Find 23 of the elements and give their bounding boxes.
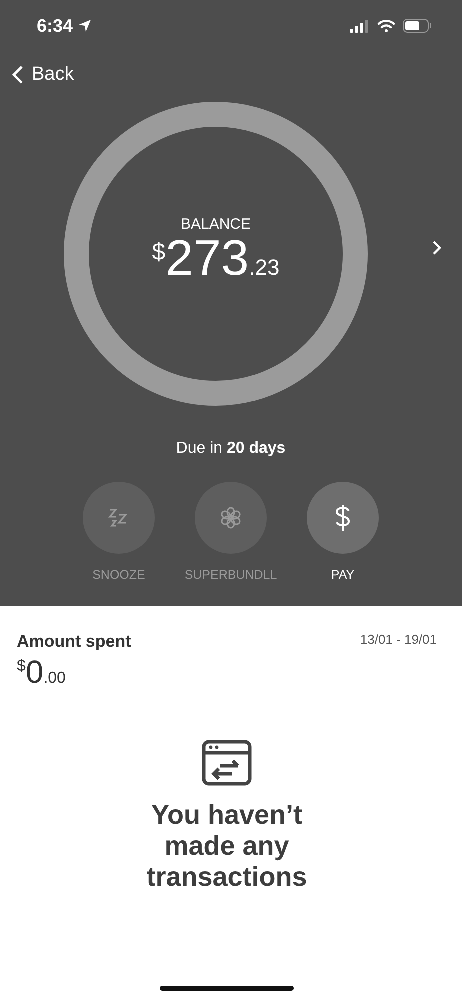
- balance-label: BALANCE: [180, 216, 252, 232]
- action-label: SNOOZE: [92, 568, 146, 582]
- next-button[interactable]: [432, 240, 442, 256]
- battery-icon: [403, 19, 432, 33]
- wifi-icon: [377, 19, 396, 33]
- empty-state-message: You haven’t made any transactions: [146, 800, 308, 893]
- due-text: Due in 20 days: [176, 440, 286, 458]
- dollar-icon: [334, 504, 352, 532]
- balance-amount: $273.23: [152, 232, 280, 282]
- chevron-right-icon: [432, 240, 442, 256]
- spent-amount: $0.00: [17, 656, 67, 688]
- sleep-icon: [108, 507, 130, 529]
- chevron-left-icon: [12, 65, 24, 85]
- action-label: SUPERBUNDLL: [184, 568, 278, 582]
- flower-icon: [220, 507, 242, 529]
- clock-time: 6:34: [37, 16, 92, 36]
- transfer-window-icon: [202, 740, 252, 786]
- signal-icon: [350, 20, 370, 32]
- back-button[interactable]: Back: [12, 64, 74, 86]
- location-arrow-icon: [78, 19, 92, 33]
- date-range: 13/01 - 19/01: [360, 632, 437, 647]
- amount-spent-title: Amount spent: [17, 632, 132, 652]
- action-label: PAY: [331, 568, 355, 582]
